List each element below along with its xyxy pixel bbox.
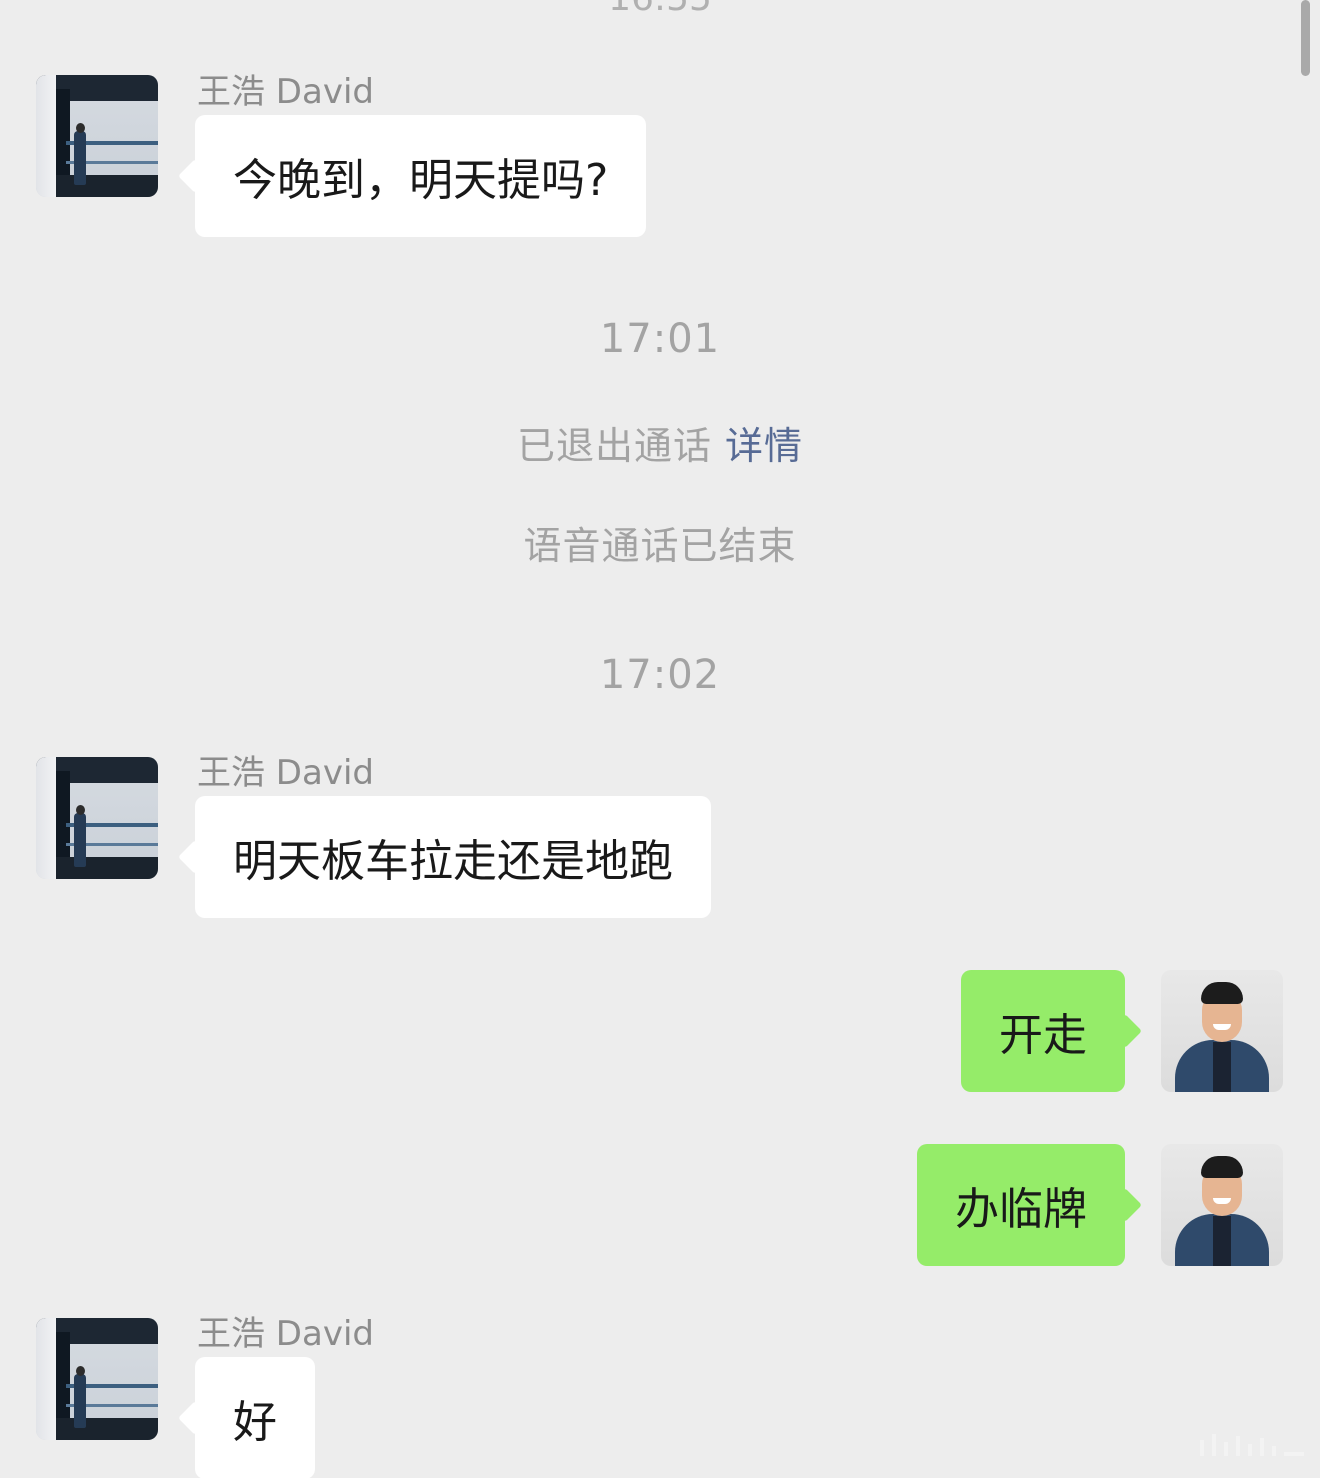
message-text: 办临牌 [955, 1184, 1087, 1235]
call-details-link[interactable]: 详情 [725, 424, 803, 468]
message-bubble-outgoing[interactable]: 办临牌 [917, 1144, 1125, 1266]
watermark-icon [1198, 1430, 1308, 1456]
self-avatar[interactable] [1161, 1144, 1283, 1266]
sender-name: 王浩 David [197, 1314, 374, 1354]
call-ended-notice: 语音通话已结束 [523, 524, 797, 568]
contact-avatar[interactable] [36, 75, 158, 197]
message-text: 今晚到，明天提吗? [233, 155, 609, 206]
message-text: 明天板车拉走还是地跑 [233, 836, 673, 887]
self-avatar[interactable] [1161, 970, 1283, 1092]
message-text: 好 [233, 1397, 277, 1448]
sender-name: 王浩 David [197, 753, 374, 793]
timestamp-top: 16:55 [0, 0, 1320, 19]
message-bubble-incoming[interactable]: 明天板车拉走还是地跑 [195, 796, 711, 918]
contact-avatar[interactable] [36, 1318, 158, 1440]
message-bubble-incoming[interactable]: 好 [195, 1357, 315, 1478]
timestamp: 17:01 [599, 316, 721, 362]
call-exit-text: 已退出通话 [516, 424, 712, 468]
contact-avatar[interactable] [36, 757, 158, 879]
timestamp: 17:02 [599, 652, 721, 698]
sender-name: 王浩 David [197, 72, 374, 112]
message-bubble-outgoing[interactable]: 开走 [961, 970, 1125, 1092]
message-bubble-incoming[interactable]: 今晚到，明天提吗? [195, 115, 647, 237]
message-text: 开走 [999, 1010, 1087, 1061]
call-exit-notice: 已退出通话 详情 [0, 415, 1320, 470]
chat-screen: 16:55 王浩 David 今晚到，明天提吗? 17:01 已退出通话 详情 … [0, 0, 1320, 1478]
